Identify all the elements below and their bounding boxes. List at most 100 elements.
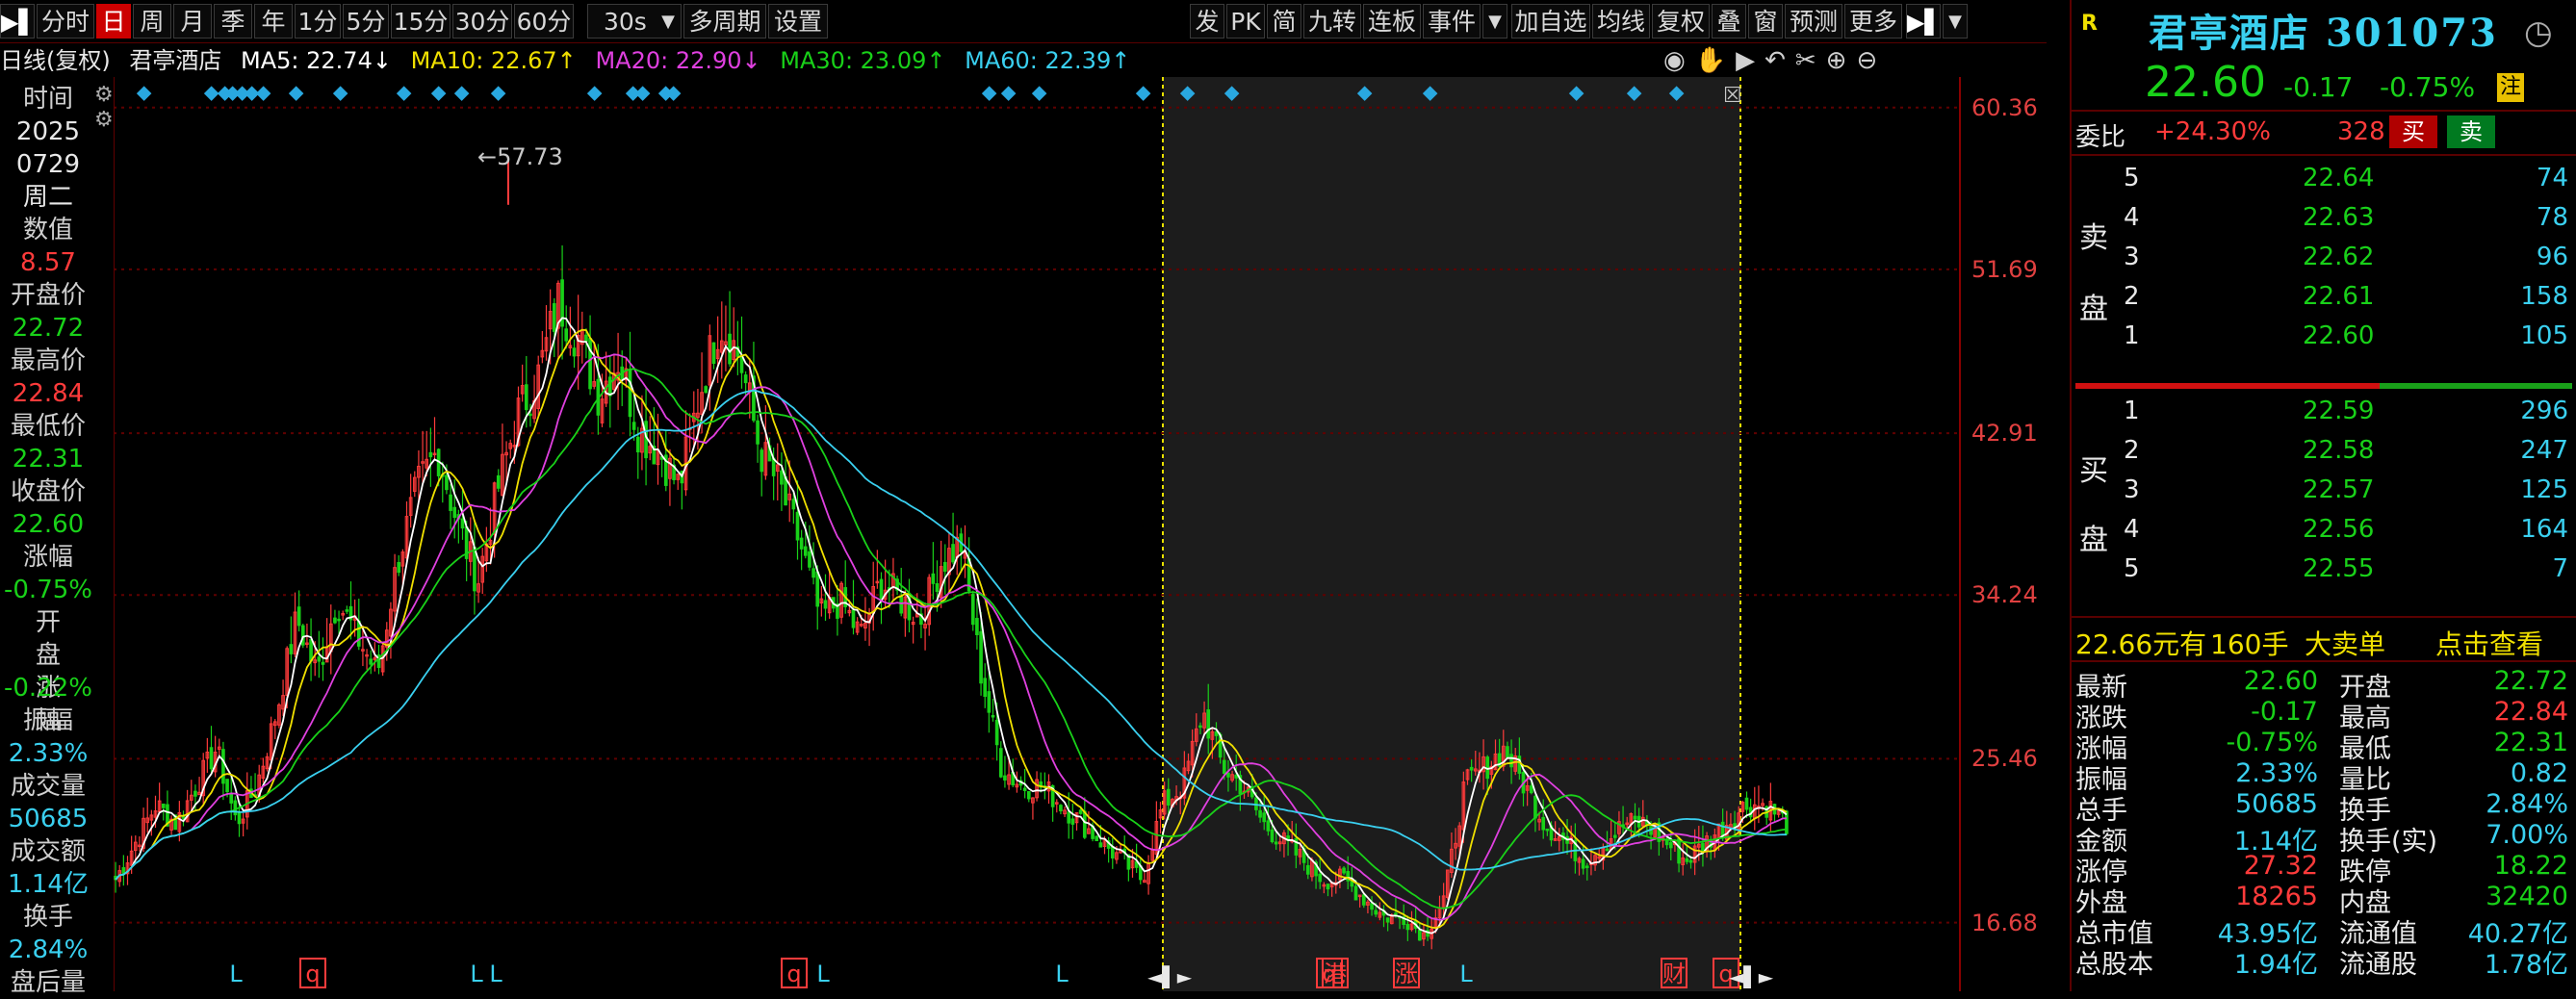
stat-value: 32420 xyxy=(2486,882,2568,911)
candle-body xyxy=(289,644,294,654)
candle-body xyxy=(987,691,992,713)
candle-body xyxy=(333,617,337,624)
gear-icon-2[interactable]: ⚙ xyxy=(94,108,114,132)
ask-price: 22.62 xyxy=(2303,243,2375,271)
candle-body xyxy=(991,714,995,718)
stat-value: 18.22 xyxy=(2493,851,2568,881)
tab-30min[interactable]: 30分 xyxy=(452,4,512,38)
candle-body xyxy=(225,779,229,793)
candle-body xyxy=(300,625,305,646)
tab-5min[interactable]: 5分 xyxy=(343,4,389,38)
tab-15min[interactable]: 15分 xyxy=(391,4,451,38)
candle-body xyxy=(1677,837,1681,864)
range-drag-handle[interactable]: ◄▌► xyxy=(1147,965,1193,988)
events-button[interactable]: 事件 xyxy=(1423,4,1481,38)
left-panel-label: 涨幅 xyxy=(22,543,73,572)
candle-body xyxy=(345,609,349,612)
tab-multi-period[interactable]: 多周期 xyxy=(683,4,766,38)
ma30-label: MA30: 23.09↑ xyxy=(780,47,946,74)
chart-tools: ◉✋▶↶✂⊕⊖ xyxy=(1663,46,1887,75)
collapse-left-icon[interactable]: ▶▌ xyxy=(0,4,37,38)
ma-button[interactable]: 均线 xyxy=(1592,4,1650,38)
price-axis-tick: 60.36 xyxy=(1971,93,2038,121)
big-order-link[interactable]: 点击查看 xyxy=(2435,624,2543,662)
fa-button[interactable]: 发 xyxy=(1190,4,1224,38)
stat-value: 7.00% xyxy=(2486,820,2568,850)
ask-price: 22.61 xyxy=(2303,282,2375,311)
play-icon[interactable]: ▶ xyxy=(1736,46,1765,75)
add-watchlist-button[interactable]: 加自选 xyxy=(1511,4,1590,38)
tab-quarterly[interactable]: 季 xyxy=(214,4,252,38)
left-panel-value: 2025 xyxy=(15,117,81,146)
tab-yearly[interactable]: 年 xyxy=(254,4,293,38)
kline-chart[interactable]: ←57.73L q L Lq L Lq港涨 L 财 q◄▌► ◄▌►☒ xyxy=(114,77,1962,991)
price-pct: -0.75% xyxy=(2380,71,2476,103)
candle-body xyxy=(1541,816,1546,831)
period-label: 日线(复权) xyxy=(0,47,111,74)
tab-60min[interactable]: 60分 xyxy=(514,4,574,38)
candle-body xyxy=(528,413,532,417)
eye-icon[interactable]: ◉ xyxy=(1663,46,1695,75)
candle-body xyxy=(1744,797,1749,810)
event-diamond-icon xyxy=(981,86,997,101)
bottom-event-marker: 港 xyxy=(1324,961,1347,987)
tab-fenshi[interactable]: 分时 xyxy=(37,4,94,38)
price-axis-tick: 34.24 xyxy=(1971,581,2038,609)
candle-body xyxy=(229,792,234,804)
candle-body xyxy=(1022,787,1027,791)
jiuzhuan-button[interactable]: 九转 xyxy=(1303,4,1361,38)
candle-body xyxy=(942,561,947,572)
tab-daily[interactable]: 日 xyxy=(96,4,131,38)
candle-body xyxy=(851,609,856,628)
bid-level: 5 xyxy=(2124,554,2140,583)
note-badge[interactable]: 注 xyxy=(2497,73,2524,102)
candle-body xyxy=(584,334,588,343)
left-panel-label: 振幅 xyxy=(22,706,73,735)
tab-weekly[interactable]: 周 xyxy=(133,4,171,38)
tab-monthly[interactable]: 月 xyxy=(173,4,212,38)
zoom-in-icon[interactable]: ⊕ xyxy=(1826,46,1857,75)
ask-level: 2 xyxy=(2124,282,2140,311)
fuquan-button[interactable]: 复权 xyxy=(1652,4,1710,38)
undo-icon[interactable]: ↶ xyxy=(1765,46,1795,75)
collapse-right-icon[interactable]: ▶▌ xyxy=(1906,4,1943,38)
candle-body xyxy=(811,568,815,578)
candle-body xyxy=(1374,909,1378,915)
tab-1min[interactable]: 1分 xyxy=(295,4,341,38)
clock-icon[interactable]: ◷ xyxy=(2524,13,2553,52)
panel-chevron-down-icon[interactable]: ▼ xyxy=(1943,4,1968,38)
candle-body xyxy=(296,606,301,627)
stat-value: 22.31 xyxy=(2493,728,2568,757)
scissors-icon[interactable]: ✂ xyxy=(1795,46,1826,75)
sell-button[interactable]: 卖 xyxy=(2447,115,2495,148)
more-button[interactable]: 更多 xyxy=(1844,4,1902,38)
events-chevron-down-icon[interactable]: ▼ xyxy=(1482,4,1507,38)
ask-price: 22.63 xyxy=(2303,203,2375,232)
candle-body xyxy=(473,547,477,592)
range-drag-handle[interactable]: ◄▌► xyxy=(1729,965,1774,988)
buy-button[interactable]: 买 xyxy=(2389,115,2437,148)
zoom-out-icon[interactable]: ⊖ xyxy=(1856,46,1887,75)
lianban-button[interactable]: 连板 xyxy=(1363,4,1421,38)
tab-30s-dropdown[interactable]: 30s ▼ xyxy=(587,4,682,38)
event-diamond-icon xyxy=(203,86,219,101)
candle-body xyxy=(1078,809,1083,814)
hand-icon[interactable]: ✋ xyxy=(1695,46,1736,75)
sell-side-label-2: 盘 xyxy=(2079,293,2108,326)
stat-value: -0.75% xyxy=(2226,728,2318,757)
candle-body xyxy=(1067,811,1071,824)
divider xyxy=(2072,154,2576,156)
candle-body xyxy=(756,420,760,445)
candle-body xyxy=(1098,842,1103,848)
forecast-button[interactable]: 预测 xyxy=(1785,4,1842,38)
simple-button[interactable]: 简 xyxy=(1267,4,1301,38)
candle-body xyxy=(728,333,732,365)
settings-button[interactable]: 设置 xyxy=(768,4,828,38)
window-button[interactable]: 窗 xyxy=(1748,4,1783,38)
selection-close-icon[interactable]: ☒ xyxy=(1723,84,1742,108)
candle-body xyxy=(1688,859,1693,863)
stock-title-name: 君亭酒店 xyxy=(2149,11,2310,56)
gear-icon[interactable]: ⚙ xyxy=(94,83,114,107)
pk-button[interactable]: PK xyxy=(1226,4,1265,38)
overlay-button[interactable]: 叠 xyxy=(1712,4,1746,38)
